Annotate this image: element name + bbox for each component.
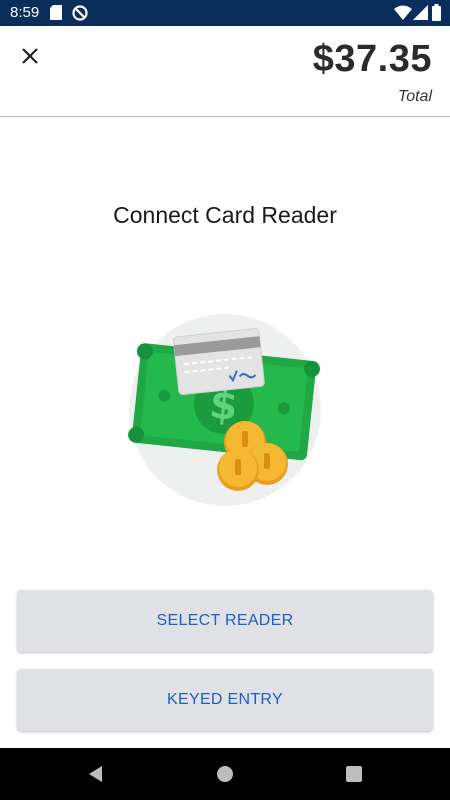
- wifi-icon: [394, 5, 412, 25]
- status-bar: 8:59: [0, 0, 450, 26]
- cash-card-coins-illustration: $: [125, 312, 325, 512]
- battery-icon: [432, 4, 441, 26]
- sd-card-icon: [50, 5, 62, 25]
- close-icon: [21, 47, 39, 70]
- status-time: 8:59: [10, 4, 40, 21]
- recents-icon[interactable]: [342, 762, 366, 786]
- signal-icon: [413, 5, 428, 25]
- select-reader-label: SELECT READER: [156, 612, 294, 629]
- back-icon[interactable]: [84, 762, 108, 786]
- keyed-entry-label: KEYED ENTRY: [167, 691, 283, 708]
- total-amount: $37.35: [312, 38, 432, 80]
- header: $37.35 Total: [0, 26, 450, 117]
- keyed-entry-button[interactable]: KEYED ENTRY: [17, 669, 433, 731]
- page-title: Connect Card Reader: [113, 202, 337, 228]
- close-button[interactable]: [14, 42, 46, 74]
- total-label: Total: [397, 88, 432, 105]
- do-not-disturb-icon: [72, 5, 88, 26]
- navigation-bar: [0, 748, 450, 800]
- select-reader-button[interactable]: SELECT READER: [17, 590, 433, 652]
- home-icon[interactable]: [213, 762, 237, 786]
